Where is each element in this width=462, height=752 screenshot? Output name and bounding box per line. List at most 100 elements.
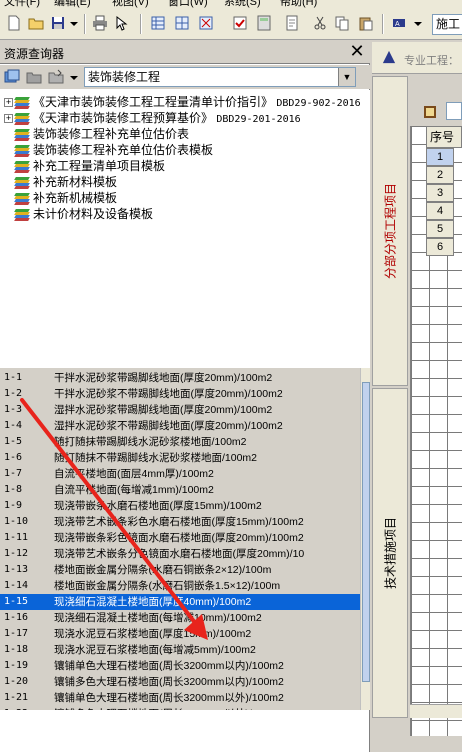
result-name: 湿拌水泥砂浆带踢脚线地面(厚度20mm)/100m2	[54, 404, 273, 416]
results-scrollbar[interactable]	[360, 368, 370, 710]
result-code: 1-11	[4, 532, 29, 543]
result-code: 1-9	[4, 500, 23, 511]
find-dropdown-arrow-icon[interactable]	[410, 15, 426, 31]
grid-hscrollbar[interactable]	[410, 704, 462, 718]
result-code: 1-3	[4, 404, 23, 415]
copy-icon[interactable]	[334, 15, 350, 31]
tree-item[interactable]: 未计价材料及设备模板	[4, 206, 153, 222]
result-row[interactable]: 1-12 现浇带艺术嵌条分色镜面水磨石楼地面(厚度20mm)/10	[0, 546, 360, 562]
grid-row-number[interactable]: 5	[426, 220, 454, 238]
new-file-icon[interactable]	[6, 15, 22, 31]
library-book-icon	[14, 160, 30, 173]
folder-tree-icon[interactable]	[48, 69, 64, 85]
tab-sub-item-project[interactable]: 分部分项工程项目	[372, 76, 408, 386]
library-icon[interactable]	[4, 69, 20, 85]
result-row[interactable]: 1-4 湿拌水泥砂浆不带踢脚线地面(厚度20mm)/100m2	[0, 418, 360, 434]
document-icon[interactable]	[284, 15, 300, 31]
result-row[interactable]: 1-10 现浇带艺术嵌条彩色水磨石楼地面(厚度15mm)/100m2	[0, 514, 360, 530]
result-row[interactable]: 1-6 随打随抹不带踢脚线水泥砂浆楼地面/100m2	[0, 450, 360, 466]
result-row-selected[interactable]: 1-15 现浇细石混凝土楼地面(厚度40mm)/100m2	[0, 594, 360, 610]
tree-item[interactable]: 装饰装修工程补充单位估价表模板	[4, 142, 213, 158]
result-row[interactable]: 1-1 干拌水泥砂浆带踢脚线地面(厚度20mm)/100m2	[0, 370, 360, 386]
result-name: 自流平楼地面(每增减1mm)/100m2	[54, 484, 214, 496]
result-row[interactable]: 1-20 镶铺多色大理石楼地面(周长3200mm以内)/100m2	[0, 674, 360, 690]
result-code: 1-21	[4, 692, 29, 703]
result-row[interactable]: 1-18 现浇水泥豆石浆楼地面(每增减5mm)/100m2	[0, 642, 360, 658]
result-row[interactable]: 1-17 现浇水泥豆石浆楼地面(厚度15mm)/100m2	[0, 626, 360, 642]
cursor-tool-icon[interactable]	[114, 15, 130, 31]
toolbar-mode-combo[interactable]: 施工	[432, 14, 462, 35]
grid-header-index: 序号	[426, 126, 462, 148]
tree-item[interactable]: 补充新机械模板	[4, 190, 117, 206]
tree-item[interactable]: + 《天津市装饰装修工程工程量清单计价指引》 DBD29-902-2016	[4, 94, 361, 110]
right-pane-input[interactable]	[446, 102, 462, 120]
menu-help[interactable]: 帮助(H)	[280, 0, 317, 8]
result-row[interactable]: 1-9 现浇带嵌条水磨石楼地面(厚度15mm)/100m2	[0, 498, 360, 514]
open-folder-icon[interactable]	[28, 15, 44, 31]
result-row[interactable]: 1-11 现浇带嵌条彩色镜面水磨石楼地面(厚度20mm)/100m2	[0, 530, 360, 546]
result-row[interactable]: 1-16 现浇细石混凝土楼地面(每增减10mm)/100m2	[0, 610, 360, 626]
library-book-icon	[14, 192, 30, 205]
result-code: 1-22	[4, 706, 28, 710]
result-row[interactable]: 1-21 镶铺单色大理石楼地面(周长3200mm以外)/100m2	[0, 690, 360, 706]
grid-row-number[interactable]: 4	[426, 202, 454, 220]
book-icon[interactable]	[422, 104, 438, 120]
menu-system[interactable]: 系统(S)	[224, 0, 261, 8]
folder-icon[interactable]	[26, 69, 42, 85]
grid-row-number[interactable]: 6	[426, 238, 454, 256]
tree-item-label: 补充新材料模板	[33, 175, 118, 189]
table-delete-icon[interactable]	[198, 15, 214, 31]
grid-row-number[interactable]: 2	[426, 166, 454, 184]
result-row[interactable]: 1-8 自流平楼地面(每增减1mm)/100m2	[0, 482, 360, 498]
check-icon[interactable]	[232, 15, 248, 31]
result-row[interactable]: 1-19 镶铺单色大理石楼地面(周长3200mm以内)/100m2	[0, 658, 360, 674]
library-book-icon	[14, 176, 30, 189]
library-combo[interactable]: 装饰装修工程 ▼	[84, 67, 356, 87]
result-row[interactable]: 1-3 湿拌水泥砂浆带踢脚线地面(厚度20mm)/100m2	[0, 402, 360, 418]
project-header: 专业工程：	[372, 42, 462, 74]
tree-item[interactable]: 补充新材料模板	[4, 174, 117, 190]
expand-icon[interactable]: +	[4, 98, 13, 108]
menu-view[interactable]: 视图(V)	[112, 0, 149, 8]
tab-technical-measures[interactable]: 技术措施项目	[372, 388, 408, 718]
menu-edit[interactable]: 编辑(E)	[54, 0, 91, 8]
save-dropdown-arrow-icon[interactable]	[66, 15, 82, 31]
calculator-icon[interactable]	[256, 15, 272, 31]
paste-icon[interactable]	[358, 15, 374, 31]
result-row[interactable]: 1-5 随打随抹带踢脚线水泥砂浆楼地面/100m2	[0, 434, 360, 450]
result-row[interactable]: 1-14 楼地面嵌金属分隔条(水磨石铜嵌条1.5×12)/100m	[0, 578, 360, 594]
result-row[interactable]: 1-7 自流平楼地面(面层4mm厚)/100m2	[0, 466, 360, 482]
menu-bar: 文件(F) 编辑(E) 视图(V) 窗口(W) 系统(S) 帮助(H)	[0, 0, 462, 8]
result-row[interactable]: 1-2 干拌水泥砂浆不带踢脚线地面(厚度20mm)/100m2	[0, 386, 360, 402]
result-code: 1-19	[4, 660, 29, 671]
tree-item[interactable]: + 《天津市装饰装修工程预算基价》 DBD29-201-2016	[4, 110, 301, 126]
tree-item[interactable]: 装饰装修工程补充单位估价表	[4, 126, 189, 142]
find-replace-icon[interactable]: A	[392, 15, 408, 31]
panel-header: 资源查询器 ✕	[0, 42, 370, 64]
result-code: 1-12	[4, 548, 29, 559]
result-name: 镶铺单色大理石楼地面(周长3200mm以外)/100m2	[54, 692, 284, 704]
table-insert-icon[interactable]	[174, 15, 190, 31]
menu-window[interactable]: 窗口(W)	[168, 0, 208, 8]
chevron-down-icon[interactable]: ▼	[338, 68, 355, 86]
expand-icon[interactable]: +	[4, 114, 13, 124]
result-name: 干拌水泥砂浆带踢脚线地面(厚度20mm)/100m2	[54, 372, 273, 384]
grid-row-number[interactable]: 1	[426, 148, 454, 166]
result-name: 镶铺多色大理石楼地面(周长3200mm以内)/100m2	[54, 676, 284, 688]
print-icon[interactable]	[92, 15, 108, 31]
cut-icon[interactable]	[312, 15, 328, 31]
result-row[interactable]: 1-13 楼地面嵌金属分隔条(水磨石铜嵌条2×12)/100m	[0, 562, 360, 578]
tree-item-label: 未计价材料及设备模板	[33, 207, 154, 221]
grid-row-number[interactable]: 3	[426, 184, 454, 202]
scrollbar-thumb[interactable]	[362, 382, 370, 682]
save-icon[interactable]	[50, 15, 66, 31]
tools-dropdown-arrow-icon[interactable]	[66, 69, 82, 85]
result-name: 干拌水泥砂浆不带踢脚线地面(厚度20mm)/100m2	[54, 388, 283, 400]
close-icon[interactable]: ✕	[348, 42, 366, 61]
result-row[interactable]: 1-22 镶铺多色大理石楼地面(周长3200mm以外)/100m2	[0, 706, 360, 710]
tree-item[interactable]: 补充工程量清单项目模板	[4, 158, 165, 174]
table-edit-icon[interactable]	[150, 15, 166, 31]
result-code: 1-4	[4, 420, 23, 431]
tree-item-label: 补充新机械模板	[33, 191, 118, 205]
menu-file[interactable]: 文件(F)	[4, 0, 40, 8]
